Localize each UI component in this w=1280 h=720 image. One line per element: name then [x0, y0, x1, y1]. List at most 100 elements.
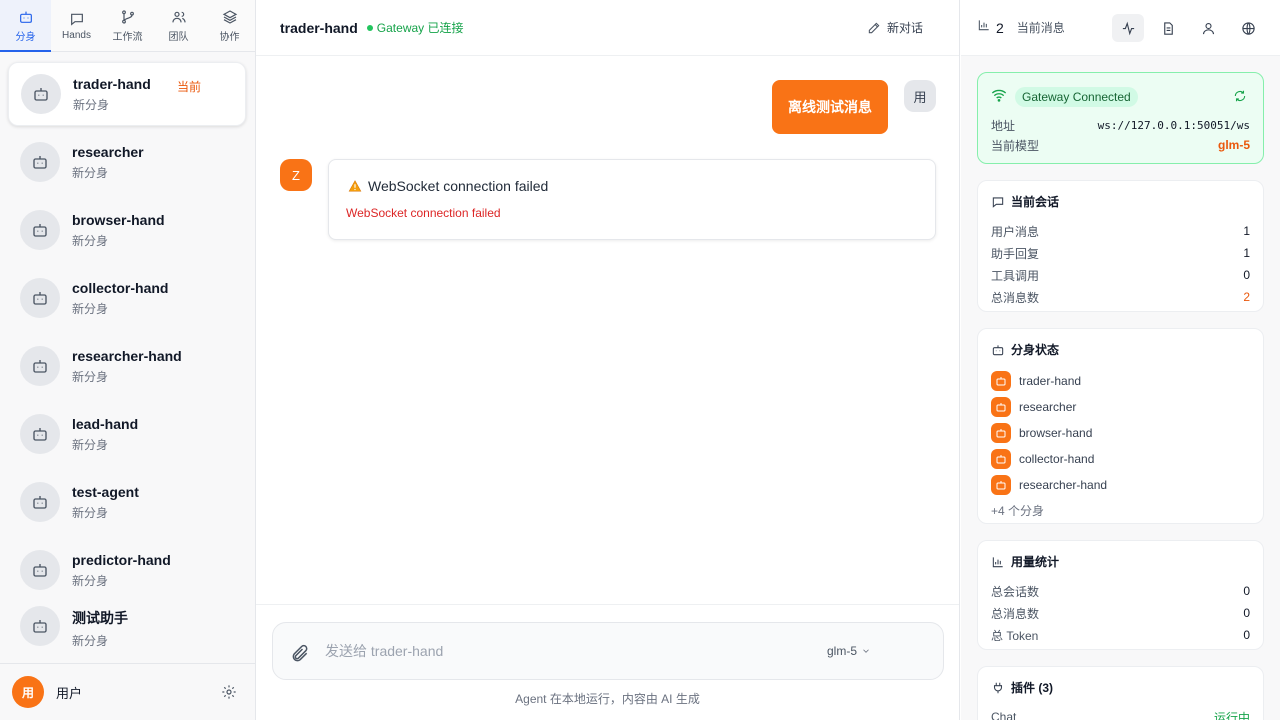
agent-item-predictor-hand[interactable]: predictor-hand 新分身 — [8, 538, 246, 602]
tab-workflow[interactable]: 工作流 — [102, 0, 153, 51]
bot-icon — [996, 377, 1006, 386]
row-label: 助手回复 — [991, 246, 1040, 261]
row-label: 总消息数 — [991, 290, 1040, 305]
agent-item-trader-hand[interactable]: trader-hand 新分身 当前 — [8, 62, 246, 126]
tab-hands-label: Hands — [62, 29, 91, 41]
agent-subtitle: 新分身 — [72, 301, 109, 316]
agent-status-name: trader-hand — [1019, 374, 1082, 388]
agent-avatar — [20, 482, 60, 522]
agent-mini-avatar — [991, 475, 1011, 495]
session-row: 工具调用 0 — [991, 264, 1250, 286]
activity-tab-button[interactable] — [1112, 14, 1144, 42]
assistant-message-card: WebSocket connection failed WebSocket co… — [328, 159, 936, 240]
row-value: 0 — [1243, 268, 1250, 282]
gear-icon — [222, 685, 236, 699]
plugins-card: 插件 (3) Chat 运行中 — [977, 666, 1264, 720]
attach-button[interactable] — [290, 644, 310, 664]
git-branch-icon — [121, 9, 134, 24]
user-avatar[interactable]: 用 — [12, 676, 44, 708]
tab-hands[interactable]: Hands — [51, 0, 102, 51]
agent-status-item[interactable]: researcher — [991, 394, 1250, 420]
agent-status-item[interactable]: researcher-hand — [991, 472, 1250, 498]
agent-mini-avatar — [991, 449, 1011, 469]
session-card-title: 当前会话 — [1011, 195, 1060, 209]
agent-item-lead-hand[interactable]: lead-hand 新分身 — [8, 402, 246, 466]
warning-icon — [348, 180, 362, 192]
bot-icon — [34, 88, 48, 101]
bot-icon — [33, 428, 47, 441]
row-label: 总会话数 — [991, 584, 1040, 599]
disclaimer-note: Agent 在本地运行，内容由 AI 生成 — [515, 692, 700, 706]
row-label: 总 Token — [991, 628, 1039, 643]
agent-name: trader-hand — [73, 75, 151, 92]
bot-icon — [996, 455, 1006, 464]
message-input[interactable] — [325, 641, 765, 661]
agent-name: browser-hand — [72, 211, 165, 228]
bot-icon — [33, 564, 47, 577]
row-label: 工具调用 — [991, 268, 1040, 283]
agent-item-collector-hand[interactable]: collector-hand 新分身 — [8, 266, 246, 330]
user-message-bubble: 离线测试消息 — [772, 80, 888, 134]
error-title-text: WebSocket connection failed — [368, 178, 549, 194]
network-tab-button[interactable] — [1232, 14, 1264, 42]
agent-avatar — [21, 74, 61, 114]
agent-status-item[interactable]: collector-hand — [991, 446, 1250, 472]
more-agents-link[interactable]: +4 个分身 — [991, 502, 1250, 519]
session-row: 用户消息 1 — [991, 220, 1250, 242]
agent-subtitle: 新分身 — [72, 505, 109, 520]
plug-icon — [993, 682, 1003, 693]
tab-workflow-label: 工作流 — [112, 31, 143, 43]
agent-item-researcher[interactable]: researcher 新分身 — [8, 130, 246, 194]
session-row: 助手回复 1 — [991, 242, 1250, 264]
agent-item-test-assistant[interactable]: 测试助手 新分身 — [8, 606, 246, 656]
users-icon — [171, 11, 186, 22]
agent-name: researcher-hand — [72, 347, 182, 364]
settings-button[interactable] — [221, 684, 237, 700]
message-square-icon — [70, 13, 83, 26]
row-value: 0 — [1243, 628, 1250, 642]
chat-header: trader-hand Gateway 已连接 新对话 — [256, 0, 959, 56]
usage-row: 总会话数 0 — [991, 580, 1250, 602]
row-value: 0 — [1243, 606, 1250, 620]
tab-agents[interactable]: 分身 — [0, 0, 51, 52]
gateway-address: ws://127.0.0.1:50051/ws — [1097, 118, 1250, 132]
bot-icon — [996, 481, 1006, 490]
document-tab-button[interactable] — [1152, 14, 1184, 42]
agent-item-researcher-hand[interactable]: researcher-hand 新分身 — [8, 334, 246, 398]
tab-team[interactable]: 团队 — [153, 0, 204, 51]
agent-status-name: collector-hand — [1019, 452, 1095, 466]
session-card: 当前会话 用户消息 1 助手回复 1 工具调用 0 总消息数 2 — [977, 180, 1264, 312]
agent-name: 测试助手 — [72, 610, 128, 626]
file-text-icon — [1163, 21, 1173, 35]
bot-icon — [33, 292, 47, 305]
assistant-avatar: Z — [280, 159, 312, 191]
user-tab-button[interactable] — [1192, 14, 1224, 42]
agent-mini-avatar — [991, 423, 1011, 443]
agent-status-name: researcher-hand — [1019, 478, 1108, 492]
new-chat-button[interactable]: 新对话 — [867, 19, 923, 36]
tab-collab[interactable]: 协作 — [204, 0, 255, 51]
agent-name: researcher — [72, 143, 144, 160]
chevron-down-icon — [863, 649, 869, 653]
agent-list: trader-hand 新分身 当前 researcher 新分身 browser-… — [8, 62, 246, 660]
row-value: 0 — [1243, 584, 1250, 598]
model-selector[interactable]: glm-5 — [827, 644, 871, 658]
row-value: 1 — [1243, 246, 1250, 260]
agent-item-test-agent[interactable]: test-agent 新分身 — [8, 470, 246, 534]
agent-item-browser-hand[interactable]: browser-hand 新分身 — [8, 198, 246, 262]
agent-status-title: 分身状态 — [1011, 343, 1060, 357]
composer-area: glm-5 Agent 在本地运行，内容由 AI 生成 — [256, 604, 959, 720]
refresh-icon — [1234, 90, 1246, 102]
agent-status-item[interactable]: browser-hand — [991, 420, 1250, 446]
agent-status-card: 分身状态 trader-hand researcher browser-hand… — [977, 328, 1264, 524]
row-label: 用户消息 — [991, 224, 1040, 239]
bot-icon — [992, 344, 1004, 355]
agent-mini-avatar — [991, 371, 1011, 391]
layers-icon — [222, 9, 237, 24]
agent-name: predictor-hand — [72, 551, 171, 568]
gateway-status-badge: Gateway Connected — [1015, 87, 1138, 107]
agent-avatar — [20, 278, 60, 318]
refresh-button[interactable] — [1233, 89, 1247, 103]
agent-status-item[interactable]: trader-hand — [991, 368, 1250, 394]
current-badge: 当前 — [177, 80, 202, 94]
